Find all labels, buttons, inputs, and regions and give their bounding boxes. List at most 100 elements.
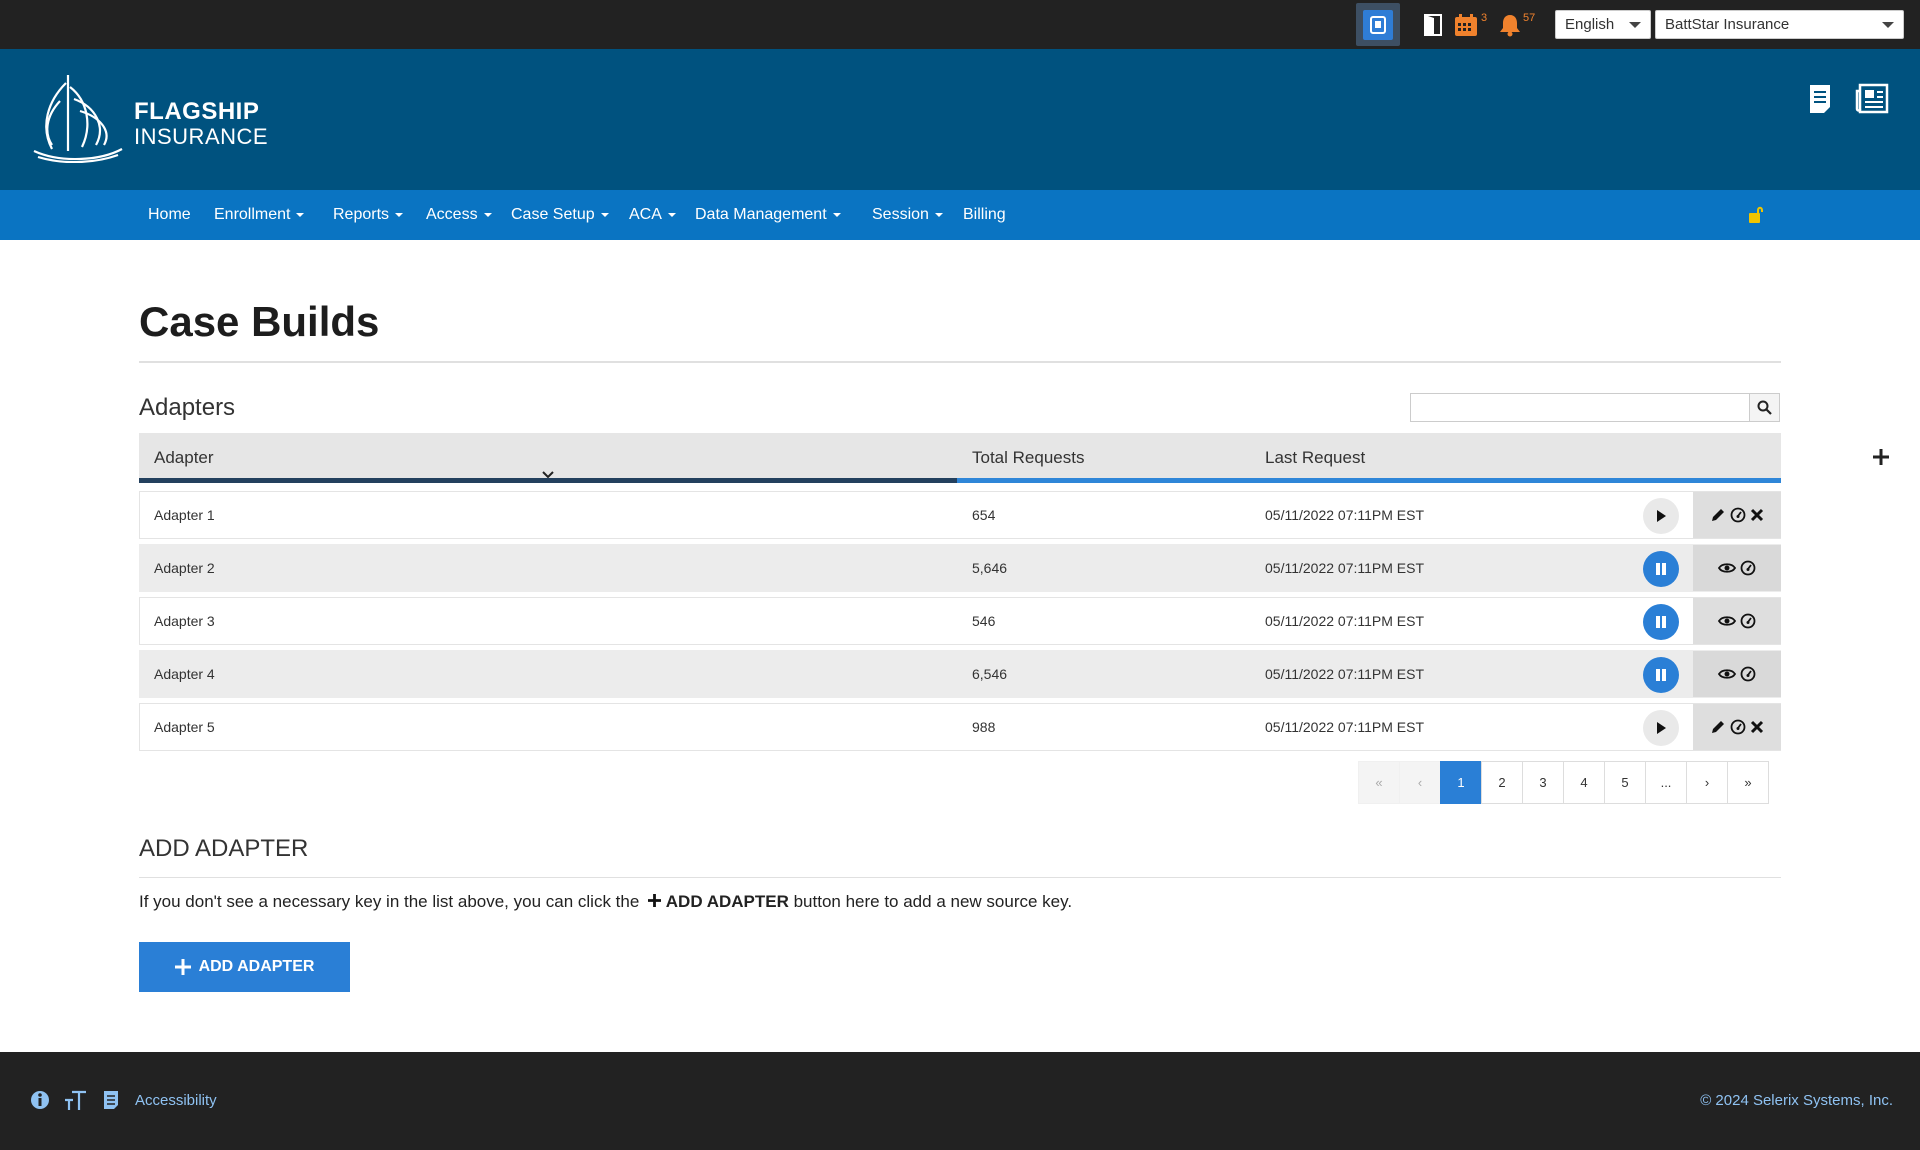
row-actions <box>1693 704 1781 750</box>
row-actions <box>1693 651 1781 697</box>
nav-aca[interactable]: ACA <box>629 190 676 240</box>
nav-home-label: Home <box>148 206 191 223</box>
chevron-down-icon <box>1629 22 1641 28</box>
nav-reports[interactable]: Reports <box>333 190 404 240</box>
brand-header: FLAGSHIP INSURANCE <box>0 49 1920 190</box>
page-ellipsis[interactable]: ... <box>1645 761 1687 804</box>
column-adapter[interactable]: Adapter <box>154 448 214 468</box>
total-requests: 546 <box>972 613 996 629</box>
dashboard-gauge-icon[interactable] <box>1740 666 1756 682</box>
page-button-4[interactable]: 4 <box>1563 761 1605 804</box>
nav-data-management[interactable]: Data Management <box>695 190 841 240</box>
caret-down-icon <box>667 213 676 217</box>
add-adapter-button-label: ADD ADAPTER <box>198 958 315 975</box>
adapter-name: Adapter 4 <box>154 666 215 682</box>
document-icon[interactable] <box>103 1090 119 1115</box>
document-icon[interactable] <box>1808 83 1832 120</box>
page-title: Case Builds <box>139 298 380 345</box>
play-icon <box>1657 722 1666 734</box>
add-row-button[interactable] <box>1859 433 1903 481</box>
plus-icon <box>1873 449 1889 465</box>
adapter-name: Adapter 3 <box>154 613 215 629</box>
brand-line1: FLAGSHIP <box>134 98 260 125</box>
nav-enrollment[interactable]: Enrollment <box>214 190 305 240</box>
table-header: Adapter Total Requests Last Request <box>139 433 1889 483</box>
prev-page-button[interactable]: ‹ <box>1399 761 1441 804</box>
row-actions <box>1693 598 1781 644</box>
contact-card-icon <box>1363 9 1393 40</box>
nav-aca-label: ACA <box>629 206 662 223</box>
nav-case-setup-label: Case Setup <box>511 206 595 223</box>
unlock-icon[interactable] <box>1747 205 1765 230</box>
calendar-badge: 3 <box>1481 12 1488 24</box>
pause-button[interactable] <box>1643 551 1679 587</box>
pause-button[interactable] <box>1643 604 1679 640</box>
next-page-button[interactable]: › <box>1686 761 1728 804</box>
calendar-icon[interactable] <box>1452 11 1480 39</box>
desc-text-bold: ADD ADAPTER <box>665 892 789 911</box>
nav-case-setup[interactable]: Case Setup <box>511 190 609 240</box>
nav-billing[interactable]: Billing <box>963 190 1006 240</box>
caret-down-icon <box>395 213 404 217</box>
add-adapter-divider <box>139 877 1781 878</box>
nav-access[interactable]: Access <box>426 190 492 240</box>
pagination: « ‹ 1 2 3 4 5 ... › » <box>1358 761 1769 804</box>
dashboard-gauge-icon[interactable] <box>1730 719 1746 735</box>
plus-icon <box>648 894 662 907</box>
adapter-name: Adapter 2 <box>154 560 215 576</box>
table-row: Adapter 5 988 05/11/2022 07:11PM EST <box>139 703 1781 751</box>
dashboard-gauge-icon[interactable] <box>1740 613 1756 629</box>
first-page-button[interactable]: « <box>1358 761 1400 804</box>
text-size-icon[interactable] <box>64 1090 88 1117</box>
table-row: Adapter 4 6,546 05/11/2022 07:11PM EST <box>139 650 1781 698</box>
door-exit-icon[interactable] <box>1420 12 1446 38</box>
pencil-icon[interactable] <box>1710 507 1726 523</box>
accessibility-link[interactable]: Accessibility <box>135 1092 217 1109</box>
bell-icon[interactable] <box>1497 12 1523 38</box>
eye-icon[interactable] <box>1718 562 1736 574</box>
search-icon <box>1757 400 1772 415</box>
copyright-text: © 2024 Selerix Systems, Inc. <box>1700 1092 1893 1109</box>
nav-access-label: Access <box>426 206 478 223</box>
nav-enrollment-label: Enrollment <box>214 206 291 223</box>
close-icon[interactable] <box>1750 720 1764 734</box>
pause-icon <box>1656 563 1666 575</box>
language-select[interactable]: English <box>1555 10 1651 39</box>
adapter-name: Adapter 5 <box>154 719 215 735</box>
column-last-request[interactable]: Last Request <box>1265 448 1365 468</box>
play-icon <box>1657 510 1666 522</box>
caret-down-icon <box>934 213 943 217</box>
column-total-requests[interactable]: Total Requests <box>972 448 1084 468</box>
eye-icon[interactable] <box>1718 615 1736 627</box>
add-adapter-heading: ADD ADAPTER <box>139 835 309 862</box>
page-button-5[interactable]: 5 <box>1604 761 1646 804</box>
nav-home[interactable]: Home <box>148 190 191 240</box>
play-button[interactable] <box>1643 710 1679 746</box>
dashboard-gauge-icon[interactable] <box>1740 560 1756 576</box>
eye-icon[interactable] <box>1718 668 1736 680</box>
play-button[interactable] <box>1643 498 1679 534</box>
nav-session[interactable]: Session <box>872 190 943 240</box>
close-icon[interactable] <box>1750 508 1764 522</box>
company-select[interactable]: BattStar Insurance <box>1655 10 1904 39</box>
brand-line2: INSURANCE <box>134 124 269 150</box>
page-button-2[interactable]: 2 <box>1481 761 1523 804</box>
dashboard-gauge-icon[interactable] <box>1730 507 1746 523</box>
last-request: 05/11/2022 07:11PM EST <box>1265 560 1425 576</box>
caret-down-icon <box>296 213 305 217</box>
page-button-1[interactable]: 1 <box>1440 761 1482 804</box>
add-adapter-button[interactable]: ADD ADAPTER <box>139 942 350 992</box>
last-request: 05/11/2022 07:11PM EST <box>1265 719 1425 735</box>
last-page-button[interactable]: » <box>1727 761 1769 804</box>
search-button[interactable] <box>1749 393 1780 422</box>
pencil-icon[interactable] <box>1710 719 1726 735</box>
info-icon[interactable] <box>30 1090 50 1115</box>
pause-button[interactable] <box>1643 657 1679 693</box>
search-input[interactable] <box>1410 393 1750 422</box>
caret-down-icon <box>600 213 609 217</box>
add-adapter-description: If you don't see a necessary key in the … <box>139 892 1072 912</box>
newspaper-icon[interactable] <box>1855 83 1889 120</box>
contact-card-button[interactable] <box>1356 3 1400 46</box>
table-row: Adapter 1 654 05/11/2022 07:11PM EST <box>139 491 1781 539</box>
page-button-3[interactable]: 3 <box>1522 761 1564 804</box>
